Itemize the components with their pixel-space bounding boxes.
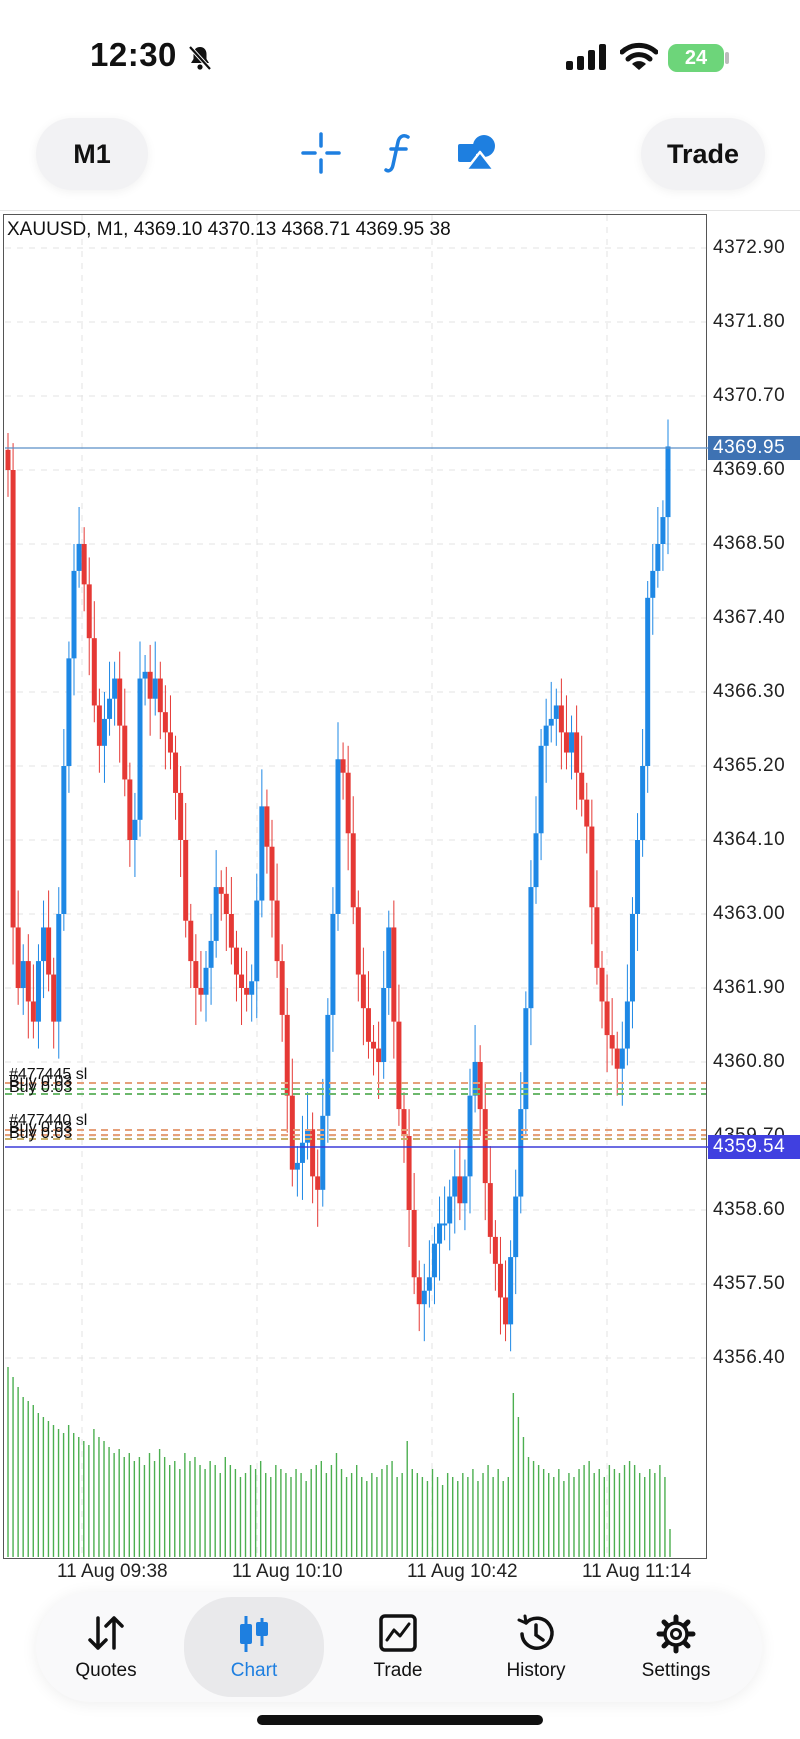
nav-quotes[interactable]: Quotes <box>36 1592 176 1702</box>
bell-muted-icon <box>188 45 212 71</box>
time-axis-label: 11 Aug 10:10 <box>232 1561 343 1582</box>
chart-candles-icon <box>240 1616 268 1652</box>
price-axis-label: 4367.40 <box>713 607 786 628</box>
battery-tip <box>725 52 729 64</box>
trade-chart-icon <box>379 1614 417 1652</box>
price-axis-label: 4369.60 <box>713 459 786 480</box>
chart-info-line: XAUUSD, M1, 4369.10 4370.13 4368.71 4369… <box>7 219 451 240</box>
timeframe-button[interactable]: M1 <box>36 118 148 190</box>
nav-settings-label: Settings <box>641 1660 711 1681</box>
price-axis-label: 4360.80 <box>713 1051 786 1072</box>
crosshair-icon[interactable] <box>301 132 341 174</box>
price-axis-label: 4361.90 <box>713 977 786 998</box>
bottom-navigation: Quotes Chart Trade History Settings <box>36 1592 762 1702</box>
price-axis-label: 4372.90 <box>713 237 786 258</box>
price-axis-label: 4365.20 <box>713 755 786 776</box>
price-axis-label: 4356.40 <box>713 1347 786 1368</box>
status-time: 12:30 <box>90 36 177 73</box>
price-axis-label: 4357.50 <box>713 1273 786 1294</box>
objects-icon[interactable] <box>457 132 497 174</box>
price-axis-label: 4368.50 <box>713 533 786 554</box>
status-bar: 12:30 24 <box>0 0 800 100</box>
battery-indicator: 24 <box>668 44 724 72</box>
price-axis-label: 4363.00 <box>713 903 786 924</box>
nav-trade-label: Trade <box>373 1660 423 1681</box>
order-label-buy-bottom-2[interactable]: Buy 0.03 <box>9 1126 72 1142</box>
nav-chart[interactable]: Chart <box>184 1597 324 1697</box>
home-indicator <box>257 1715 543 1725</box>
wifi-icon <box>620 42 658 70</box>
chart-frame[interactable] <box>3 214 707 1559</box>
price-axis-label: 4371.80 <box>713 311 786 332</box>
nav-quotes-label: Quotes <box>75 1660 137 1681</box>
price-axis-label: 4364.10 <box>713 829 786 850</box>
trade-button[interactable]: Trade <box>641 118 765 190</box>
function-icon[interactable] <box>384 132 412 174</box>
nav-trade[interactable]: Trade <box>328 1592 468 1702</box>
nav-history[interactable]: History <box>466 1592 606 1702</box>
quotes-arrows-icon <box>88 1616 124 1650</box>
price-axis-label: 4358.60 <box>713 1199 786 1220</box>
nav-settings[interactable]: Settings <box>606 1592 746 1702</box>
cellular-signal-icon <box>566 44 606 70</box>
time-axis-label: 11 Aug 10:42 <box>407 1561 518 1582</box>
order-label-buy-top-2[interactable]: Buy 0.03 <box>9 1080 72 1096</box>
ask-price-tag: 4359.54 <box>708 1135 800 1159</box>
nav-history-label: History <box>506 1660 566 1681</box>
bid-price-tag: 4369.95 <box>708 436 800 460</box>
gear-icon <box>656 1614 696 1654</box>
nav-chart-label: Chart <box>230 1660 278 1681</box>
time-axis-label: 11 Aug 11:14 <box>582 1561 692 1582</box>
price-axis-label: 4370.70 <box>713 385 786 406</box>
toolbar-divider <box>0 210 800 211</box>
price-axis-label: 4366.30 <box>713 681 786 702</box>
history-clock-icon <box>517 1614 554 1650</box>
time-axis-label: 11 Aug 09:38 <box>57 1561 168 1582</box>
